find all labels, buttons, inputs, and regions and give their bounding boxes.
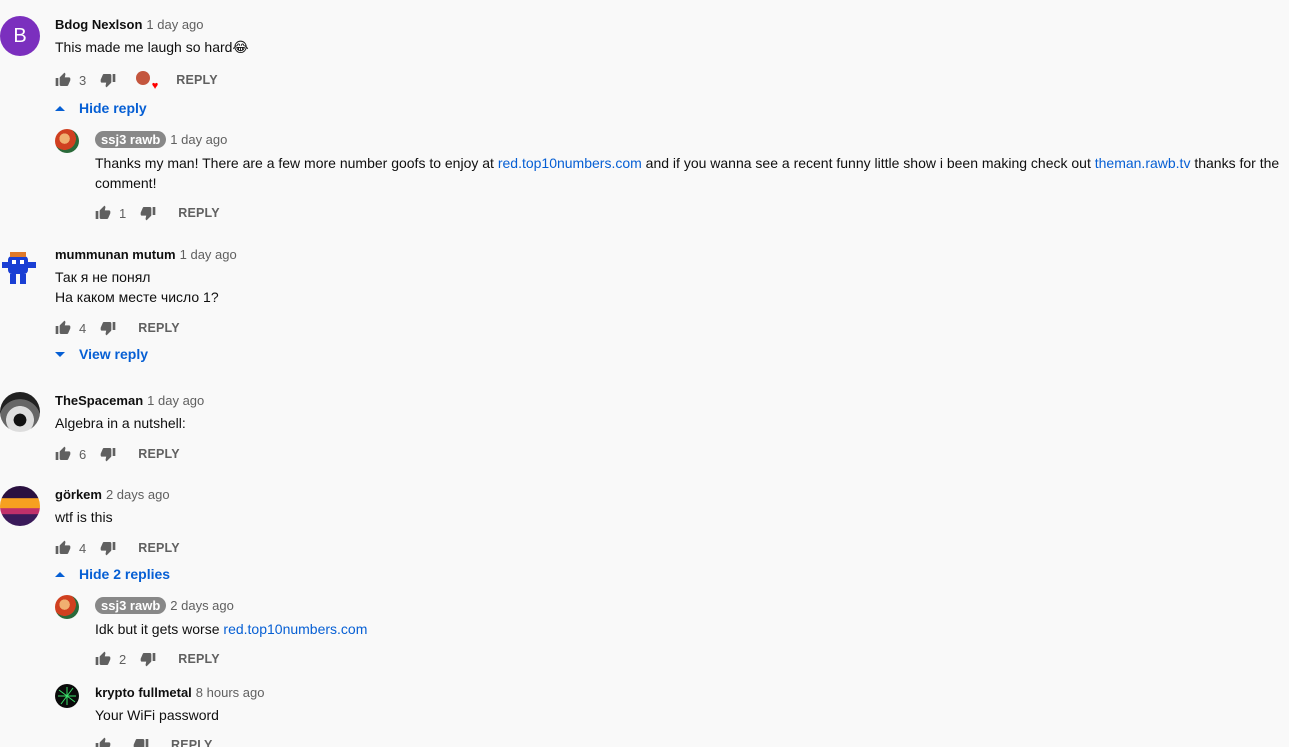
comment-text: wtf is this — [55, 509, 113, 525]
avatar[interactable] — [55, 129, 79, 153]
thumbs-up-icon[interactable] — [95, 651, 111, 667]
creator-heart-icon: ♥ — [136, 71, 158, 92]
reply-button[interactable]: REPLY — [138, 447, 180, 461]
reply-button[interactable]: REPLY — [176, 73, 218, 87]
comment-header: TheSpaceman 1 day ago — [55, 393, 204, 408]
text-line: Так я не понял — [55, 269, 151, 285]
caret-up-icon — [55, 105, 65, 111]
comment-header: Bdog Nexlson 1 day ago — [55, 17, 204, 32]
author-name[interactable]: görkem — [55, 487, 102, 502]
reply-button[interactable]: REPLY — [178, 206, 220, 220]
thumbs-up-icon[interactable] — [95, 737, 111, 747]
comment-text: This made me laugh so hard😂 — [55, 39, 249, 55]
network-avatar-icon — [58, 687, 76, 705]
caret-down-icon — [55, 351, 65, 357]
author-name[interactable]: TheSpaceman — [55, 393, 143, 408]
text-segment: and if you wanna see a recent funny litt… — [641, 155, 1095, 171]
like-count: 3 — [79, 72, 87, 88]
avatar[interactable] — [0, 248, 40, 288]
thumbs-up-icon[interactable] — [95, 205, 111, 221]
owner-author-chip[interactable]: ssj3 rawb — [95, 131, 167, 148]
timestamp[interactable]: 1 day ago — [180, 247, 237, 262]
author-name[interactable]: Bdog Nexlson — [55, 17, 142, 32]
caret-up-icon — [55, 571, 65, 577]
hide-replies-button[interactable]: Hide 2 replies — [55, 566, 170, 582]
reply-button[interactable]: REPLY — [138, 541, 180, 555]
heart-icon: ♥ — [151, 80, 159, 92]
link-rawb-tv[interactable]: theman.rawb.tv — [1095, 155, 1191, 171]
reply-button[interactable]: REPLY — [138, 321, 180, 335]
thumbs-down-icon[interactable] — [140, 205, 156, 221]
thumbs-up-icon[interactable] — [55, 320, 71, 336]
text-segment: Idk but it gets worse — [95, 621, 224, 637]
thumbs-up-icon[interactable] — [55, 446, 71, 462]
comment-actions: 6 REPLY — [55, 442, 180, 466]
avatar[interactable] — [55, 684, 79, 708]
avatar-letter: B — [13, 24, 27, 47]
thumbs-up-icon[interactable] — [55, 72, 71, 88]
link-top10numbers[interactable]: red.top10numbers.com — [223, 621, 367, 637]
timestamp[interactable]: 1 day ago — [170, 132, 227, 147]
thumbs-down-icon[interactable] — [140, 651, 156, 667]
comment-header: ssj3 rawb 2 days ago — [95, 597, 234, 614]
reply-button[interactable]: REPLY — [178, 652, 220, 666]
toggle-label: Hide 2 replies — [79, 566, 171, 582]
comment-actions: 4 REPLY — [55, 536, 180, 560]
owner-author-chip[interactable]: ssj3 rawb — [95, 597, 167, 614]
link-top10numbers[interactable]: red.top10numbers.com — [498, 155, 642, 171]
comment-header: görkem 2 days ago — [55, 487, 170, 502]
comment-actions: 3 ♥ REPLY — [55, 68, 218, 92]
hide-replies-button[interactable]: Hide reply — [55, 100, 147, 116]
toggle-label: Hide reply — [79, 100, 147, 116]
author-name[interactable]: mummunan mutum — [55, 247, 176, 262]
thumbs-down-icon[interactable] — [100, 320, 116, 336]
comment-text: Your WiFi password — [95, 707, 219, 723]
like-count: 1 — [119, 205, 127, 221]
timestamp[interactable]: 1 day ago — [147, 393, 204, 408]
comment-header: mummunan mutum 1 day ago — [55, 247, 237, 262]
text-segment: Thanks my man! There are a few more numb… — [95, 155, 498, 171]
timestamp[interactable]: 1 day ago — [146, 17, 203, 32]
like-count: 2 — [119, 651, 127, 667]
creator-avatar — [136, 71, 151, 85]
avatar[interactable]: B — [0, 16, 40, 56]
thumbs-down-icon[interactable] — [100, 540, 116, 556]
robot-avatar-icon — [2, 252, 36, 284]
comment-text: Так я не понял На каком месте число 1? — [55, 267, 219, 307]
like-count: 6 — [79, 446, 87, 462]
reply-button[interactable]: REPLY — [171, 738, 213, 747]
timestamp[interactable]: 2 days ago — [106, 487, 170, 502]
like-count: 4 — [79, 320, 87, 336]
comment-text: Idk but it gets worse red.top10numbers.c… — [95, 619, 367, 639]
thumbs-up-icon[interactable] — [55, 540, 71, 556]
timestamp[interactable]: 8 hours ago — [196, 685, 265, 700]
thumbs-down-icon[interactable] — [100, 446, 116, 462]
author-name[interactable]: krypto fullmetal — [95, 685, 192, 700]
thumbs-down-icon[interactable] — [100, 72, 116, 88]
like-count: 4 — [79, 540, 87, 556]
comment-header: krypto fullmetal 8 hours ago — [95, 685, 264, 700]
comment-actions: 1 REPLY — [95, 201, 220, 225]
thumbs-down-icon[interactable] — [133, 737, 149, 747]
comment-header: ssj3 rawb 1 day ago — [95, 131, 227, 148]
text-line: На каком месте число 1? — [55, 289, 219, 305]
avatar[interactable] — [0, 486, 40, 526]
comment-actions: 4 REPLY — [55, 316, 180, 340]
comment-text: Algebra in a nutshell: — [55, 415, 186, 431]
avatar[interactable] — [55, 595, 79, 619]
timestamp[interactable]: 2 days ago — [170, 598, 234, 613]
view-replies-button[interactable]: View reply — [55, 346, 148, 362]
toggle-label: View reply — [79, 346, 149, 362]
avatar[interactable] — [0, 392, 40, 432]
comment-text: Thanks my man! There are a few more numb… — [95, 153, 1285, 193]
comment-actions: 2 REPLY — [95, 647, 220, 671]
comment-actions: REPLY — [95, 733, 213, 747]
